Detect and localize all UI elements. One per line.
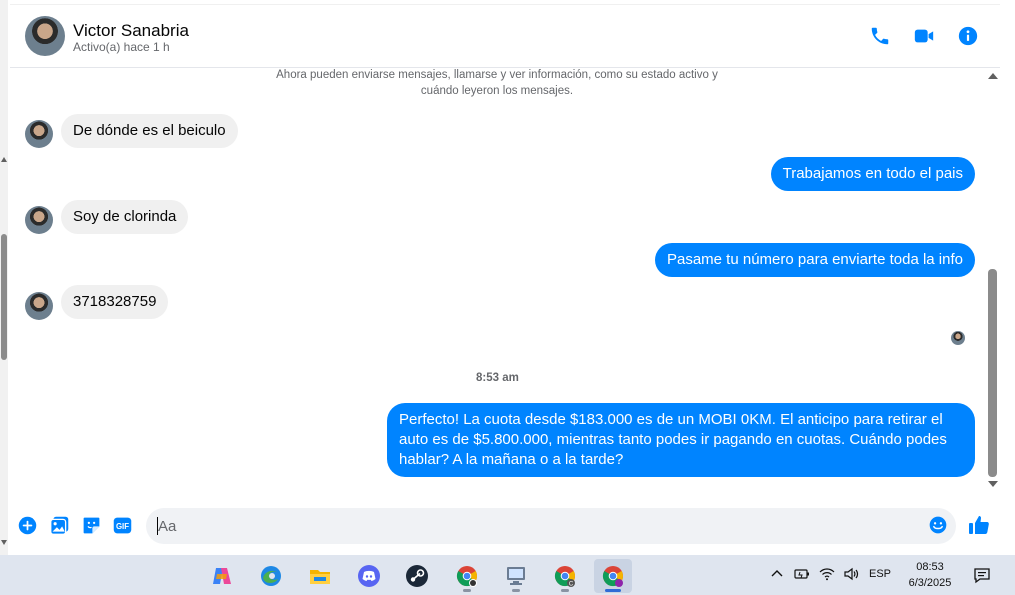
message-input[interactable] xyxy=(146,508,956,544)
contact-status: Activo(a) hace 1 h xyxy=(73,40,170,54)
message-incoming[interactable]: 3718328759 xyxy=(61,285,169,319)
volume-icon[interactable] xyxy=(843,566,859,582)
battery-plug-icon[interactable] xyxy=(794,566,810,582)
running-indicator xyxy=(512,589,520,592)
copilot-icon xyxy=(213,568,231,584)
running-indicator xyxy=(561,589,569,592)
system-clock[interactable]: 08:53 6/3/2025 xyxy=(899,559,961,591)
wifi-icon[interactable] xyxy=(819,566,835,582)
clock-date: 6/3/2025 xyxy=(908,577,952,589)
notification-icon[interactable] xyxy=(973,566,991,584)
scroll-down-arrow[interactable] xyxy=(988,481,998,487)
scrollbar-thumb[interactable] xyxy=(988,269,997,477)
gif-icon[interactable]: GIF xyxy=(112,515,133,536)
chrome-profile-icon: C xyxy=(554,566,576,588)
taskbar-discord[interactable] xyxy=(350,559,388,593)
scrollbar-thumb[interactable] xyxy=(1,234,7,360)
remote-desktop-icon xyxy=(507,567,525,585)
clock-time: 08:53 xyxy=(916,561,944,573)
file-explorer-icon xyxy=(310,570,330,584)
chat-header: Victor Sanabria Activo(a) hace 1 h xyxy=(10,4,1000,68)
message-timestamp: 8:53 am xyxy=(476,372,519,384)
discord-icon xyxy=(358,565,380,587)
chevron-up-icon[interactable] xyxy=(769,566,785,582)
message-incoming[interactable]: Soy de clorinda xyxy=(61,200,189,234)
seen-indicator-avatar xyxy=(951,331,965,345)
message-outgoing[interactable]: Pasame tu número para enviarte toda la i… xyxy=(654,243,975,277)
message-outgoing[interactable]: Trabajamos en todo el pais xyxy=(770,157,975,191)
outer-scrollbar[interactable] xyxy=(0,0,8,555)
chrome-icon xyxy=(456,566,478,587)
taskbar-chrome[interactable] xyxy=(448,559,486,593)
like-icon[interactable] xyxy=(967,513,991,537)
phone-icon[interactable] xyxy=(869,25,891,47)
emoji-icon[interactable] xyxy=(928,515,948,535)
privacy-notice: Ahora pueden enviarse mensajes, llamarse… xyxy=(276,69,718,97)
video-camera-icon[interactable] xyxy=(913,25,935,47)
message-outgoing[interactable]: Perfecto! La cuota desde $183.000 es de … xyxy=(387,403,975,477)
text-caret xyxy=(157,517,158,535)
windows-taskbar: C xyxy=(0,555,1015,595)
steam-icon xyxy=(406,565,428,587)
scroll-up-arrow[interactable] xyxy=(988,73,998,79)
taskbar-remote-desktop[interactable] xyxy=(497,559,535,593)
info-icon[interactable] xyxy=(957,25,979,47)
running-indicator xyxy=(605,589,621,592)
svg-text:C: C xyxy=(569,582,574,588)
taskbar-edge[interactable] xyxy=(252,559,290,593)
chat-window: Victor Sanabria Activo(a) hace 1 h Ahora… xyxy=(10,0,1000,555)
running-indicator xyxy=(463,589,471,592)
scroll-up-arrow[interactable] xyxy=(1,157,7,162)
message-incoming[interactable]: De dónde es el beiculo xyxy=(61,114,238,148)
chrome-profile-active-icon xyxy=(602,566,624,587)
taskbar-file-explorer[interactable] xyxy=(301,559,339,593)
plus-icon[interactable] xyxy=(17,515,38,536)
edge-icon xyxy=(261,566,281,586)
scroll-down-arrow[interactable] xyxy=(1,540,7,545)
language-indicator[interactable]: ESP xyxy=(869,568,891,580)
taskbar-chrome-active[interactable] xyxy=(594,559,632,593)
contact-avatar-small[interactable] xyxy=(25,206,53,234)
contact-name[interactable]: Victor Sanabria xyxy=(73,21,189,41)
image-icon[interactable] xyxy=(49,515,70,536)
contact-avatar[interactable] xyxy=(25,16,65,56)
contact-avatar-small[interactable] xyxy=(25,292,53,320)
conversation-scrollbar[interactable] xyxy=(986,69,1000,491)
taskbar-steam[interactable] xyxy=(398,559,436,593)
gif-label: GIF xyxy=(116,522,129,531)
taskbar-copilot[interactable] xyxy=(203,559,241,593)
contact-avatar-small[interactable] xyxy=(25,120,53,148)
sticker-icon[interactable] xyxy=(81,515,102,536)
taskbar-chrome-profile[interactable]: C xyxy=(546,559,584,593)
